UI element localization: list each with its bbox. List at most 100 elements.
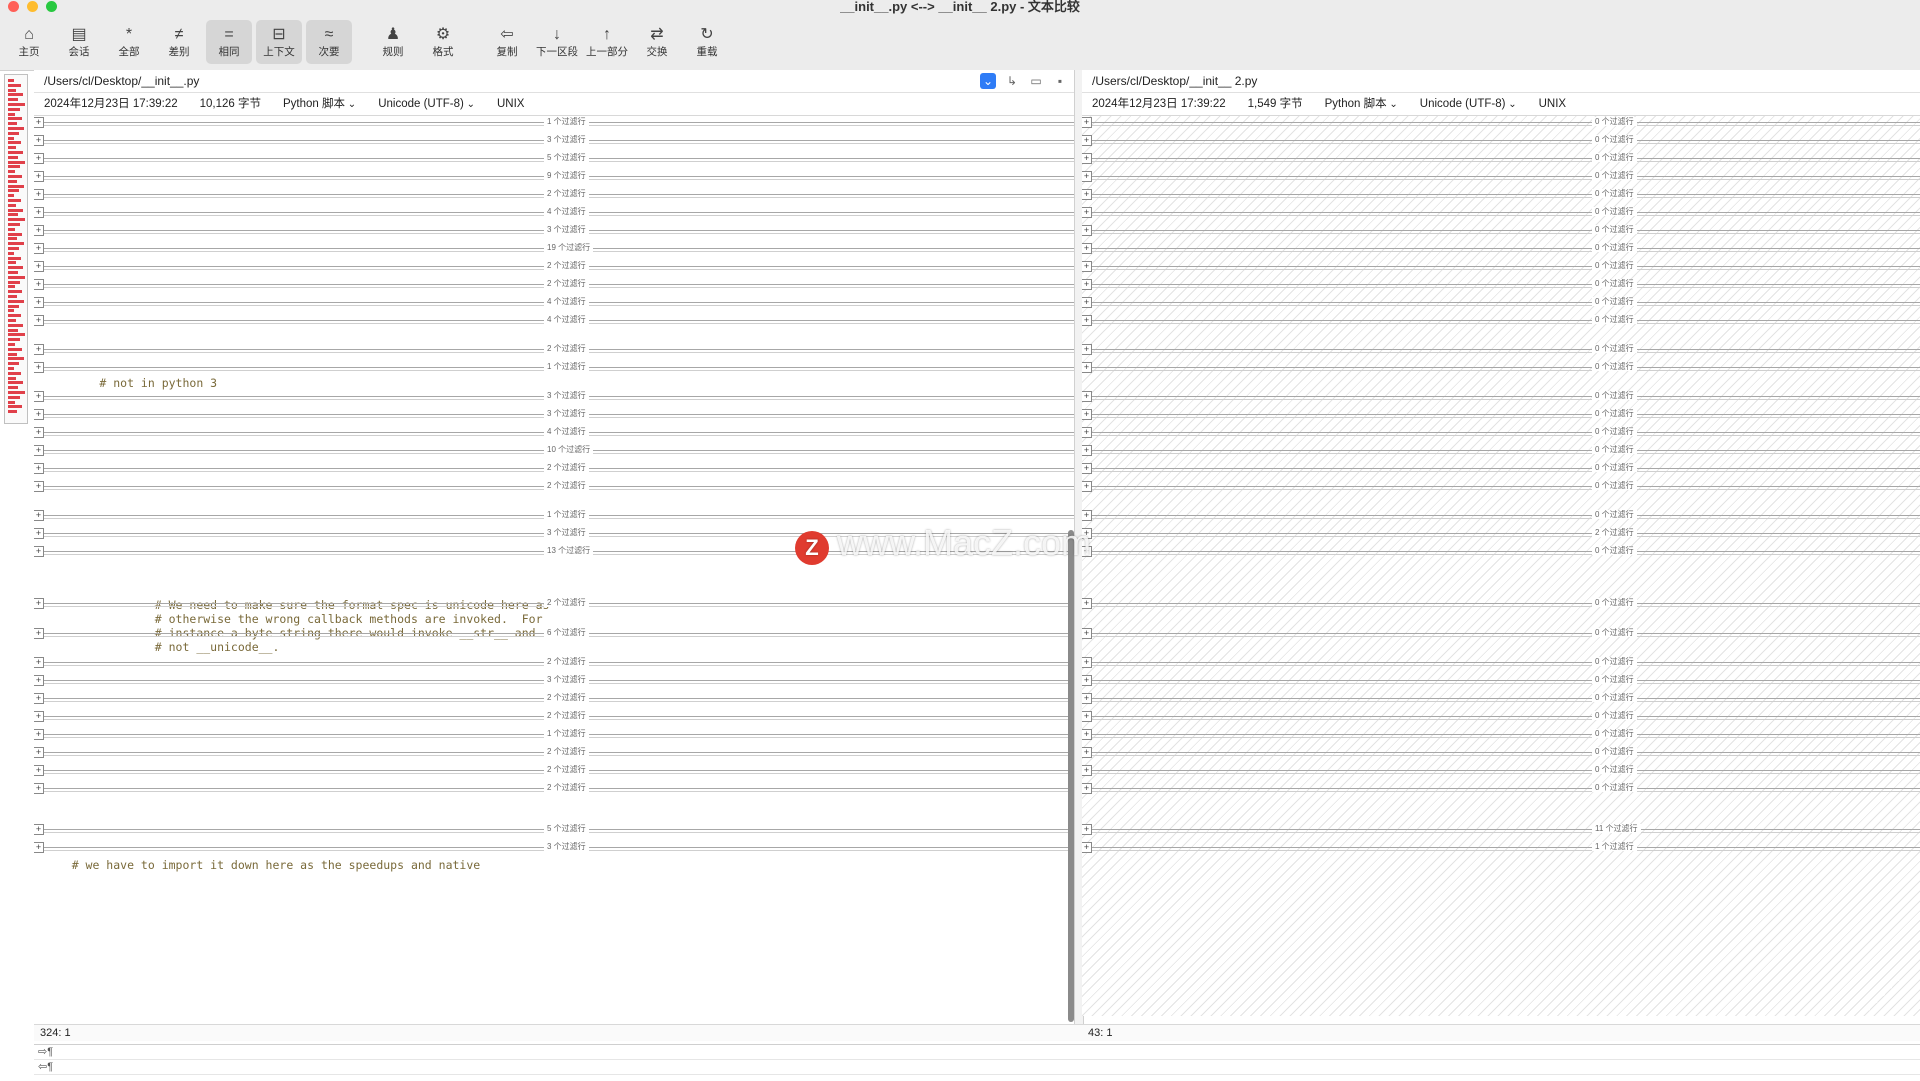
expand-icon[interactable]: + <box>34 279 44 290</box>
toolbar-button-10[interactable]: ↓ 下一区段 <box>534 20 580 64</box>
collapsed-lines-row[interactable]: +1 个过滤行 <box>34 729 1074 740</box>
toolbar-button-0[interactable]: ⌂ 主页 <box>6 20 52 64</box>
expand-icon[interactable]: + <box>1082 711 1092 722</box>
expand-icon[interactable]: + <box>1082 261 1092 272</box>
toolbar-button-11[interactable]: ↑ 上一部分 <box>584 20 630 64</box>
expand-icon[interactable]: + <box>1082 765 1092 776</box>
right-diff-rows[interactable]: +0 个过滤行 +0 个过滤行 +0 个过滤行 +0 个过滤行 +0 个过滤行 +0 个过… <box>1082 116 1920 1016</box>
expand-icon[interactable]: + <box>1082 783 1092 794</box>
collapsed-lines-row[interactable]: +0 个过滤行 <box>1082 598 1920 609</box>
collapsed-lines-row[interactable]: +0 个过滤行 <box>1082 207 1920 218</box>
collapsed-lines-row[interactable]: +0 个过滤行 <box>1082 445 1920 456</box>
collapsed-lines-row[interactable]: +5 个过滤行 <box>34 153 1074 164</box>
collapsed-lines-row[interactable]: +0 个过滤行 <box>1082 510 1920 521</box>
toolbar-button-9[interactable]: ⇦ 复制 <box>484 20 530 64</box>
expand-icon[interactable]: + <box>1082 445 1092 456</box>
collapsed-lines-row[interactable]: +0 个过滤行 <box>1082 711 1920 722</box>
expand-icon[interactable]: + <box>34 824 44 835</box>
expand-icon[interactable]: + <box>34 747 44 758</box>
collapsed-lines-row[interactable]: +4 个过滤行 <box>34 297 1074 308</box>
expand-icon[interactable]: + <box>34 135 44 146</box>
expand-icon[interactable]: + <box>1082 427 1092 438</box>
expand-icon[interactable]: + <box>1082 409 1092 420</box>
expand-icon[interactable]: + <box>34 657 44 668</box>
expand-icon[interactable]: + <box>34 445 44 456</box>
collapsed-lines-row[interactable]: +0 个过滤行 <box>1082 693 1920 704</box>
collapsed-lines-row[interactable]: +0 个过滤行 <box>1082 261 1920 272</box>
collapsed-lines-row[interactable]: +0 个过滤行 <box>1082 675 1920 686</box>
collapsed-lines-row[interactable]: +4 个过滤行 <box>34 207 1074 218</box>
collapsed-lines-row[interactable]: +0 个过滤行 <box>1082 315 1920 326</box>
collapsed-lines-row[interactable]: +3 个过滤行 <box>34 391 1074 402</box>
toolbar-button-2[interactable]: * 全部 <box>106 20 152 64</box>
collapsed-lines-row[interactable]: +3 个过滤行 <box>34 675 1074 686</box>
collapsed-lines-row[interactable]: +1 个过滤行 <box>34 510 1074 521</box>
expand-icon[interactable]: + <box>1082 824 1092 835</box>
left-encoding-select[interactable]: Unicode (UTF-8) <box>378 93 475 115</box>
recent-files-dropdown-icon[interactable]: ⌄ <box>980 73 996 89</box>
expand-icon[interactable]: + <box>1082 510 1092 521</box>
expand-icon[interactable]: + <box>1082 693 1092 704</box>
expand-icon[interactable]: + <box>34 207 44 218</box>
collapsed-lines-row[interactable]: +0 个过滤行 <box>1082 297 1920 308</box>
collapsed-lines-row[interactable]: +0 个过滤行 <box>1082 243 1920 254</box>
collapsed-lines-row[interactable]: +0 个过滤行 <box>1082 463 1920 474</box>
collapsed-lines-row[interactable]: +0 个过滤行 <box>1082 135 1920 146</box>
collapsed-lines-row[interactable]: +1 个过滤行 <box>34 362 1074 373</box>
collapsed-lines-row[interactable]: +2 个过滤行 <box>34 747 1074 758</box>
save-icon[interactable]: ▪ <box>1052 73 1068 89</box>
expand-icon[interactable]: + <box>34 225 44 236</box>
expand-icon[interactable]: + <box>34 391 44 402</box>
toolbar-button-6[interactable]: ≈ 次要 <box>306 20 352 64</box>
collapsed-lines-row[interactable]: +5 个过滤行 <box>34 824 1074 835</box>
expand-icon[interactable]: + <box>34 528 44 539</box>
right-file-path[interactable]: /Users/cl/Desktop/__init__ 2.py <box>1092 74 1257 88</box>
right-encoding-select[interactable]: Unicode (UTF-8) <box>1420 93 1517 115</box>
expand-icon[interactable]: + <box>34 362 44 373</box>
collapsed-lines-row[interactable]: +2 个过滤行 <box>34 783 1074 794</box>
collapsed-lines-row[interactable]: +3 个过滤行 <box>34 409 1074 420</box>
vertical-scrollbar[interactable] <box>1068 530 1074 1022</box>
collapsed-lines-row[interactable]: +0 个过滤行 <box>1082 729 1920 740</box>
collapsed-lines-row[interactable]: +9 个过滤行 <box>34 171 1074 182</box>
expand-icon[interactable]: + <box>34 675 44 686</box>
expand-icon[interactable]: + <box>34 598 44 609</box>
expand-icon[interactable]: + <box>1082 628 1092 639</box>
collapsed-lines-row[interactable]: +2 个过滤行 <box>34 481 1074 492</box>
toolbar-button-7[interactable]: ♟ 规则 <box>370 20 416 64</box>
collapsed-lines-row[interactable]: +0 个过滤行 <box>1082 546 1920 557</box>
diff-overview-map[interactable] <box>4 74 28 424</box>
collapsed-lines-row[interactable]: +0 个过滤行 <box>1082 391 1920 402</box>
expand-icon[interactable]: + <box>1082 297 1092 308</box>
expand-icon[interactable]: + <box>1082 117 1092 128</box>
left-format-select[interactable]: Python 脚本 <box>283 93 356 115</box>
expand-icon[interactable]: + <box>1082 391 1092 402</box>
collapsed-lines-row[interactable]: +4 个过滤行 <box>34 315 1074 326</box>
toolbar-button-4[interactable]: = 相同 <box>206 20 252 64</box>
collapsed-lines-row[interactable]: +2 个过滤行 <box>34 693 1074 704</box>
expand-icon[interactable]: + <box>34 481 44 492</box>
expand-icon[interactable]: + <box>1082 463 1092 474</box>
collapsed-lines-row[interactable]: +2 个过滤行 <box>34 261 1074 272</box>
collapsed-lines-row[interactable]: +10 个过滤行 <box>34 445 1074 456</box>
expand-icon[interactable]: + <box>34 783 44 794</box>
collapsed-lines-row[interactable]: +0 个过滤行 <box>1082 153 1920 164</box>
collapsed-lines-row[interactable]: +1 个过滤行 <box>1082 842 1920 853</box>
toolbar-button-13[interactable]: ↻ 重载 <box>684 20 730 64</box>
toolbar-button-3[interactable]: ≠ 差别 <box>156 20 202 64</box>
expand-icon[interactable]: + <box>34 628 44 639</box>
expand-icon[interactable]: + <box>34 344 44 355</box>
collapsed-lines-row[interactable]: +2 个过滤行 <box>34 765 1074 776</box>
collapsed-lines-row[interactable]: +0 个过滤行 <box>1082 362 1920 373</box>
expand-icon[interactable]: + <box>1082 279 1092 290</box>
collapsed-lines-row[interactable]: +0 个过滤行 <box>1082 189 1920 200</box>
expand-icon[interactable]: + <box>1082 135 1092 146</box>
expand-icon[interactable]: + <box>1082 729 1092 740</box>
collapsed-lines-row[interactable]: +0 个过滤行 <box>1082 783 1920 794</box>
expand-icon[interactable]: + <box>34 463 44 474</box>
collapsed-lines-row[interactable]: +11 个过滤行 <box>1082 824 1920 835</box>
collapsed-lines-row[interactable]: +0 个过滤行 <box>1082 279 1920 290</box>
collapsed-lines-row[interactable]: +0 个过滤行 <box>1082 117 1920 128</box>
folder-icon[interactable]: ▭ <box>1028 73 1044 89</box>
expand-icon[interactable]: + <box>34 315 44 326</box>
